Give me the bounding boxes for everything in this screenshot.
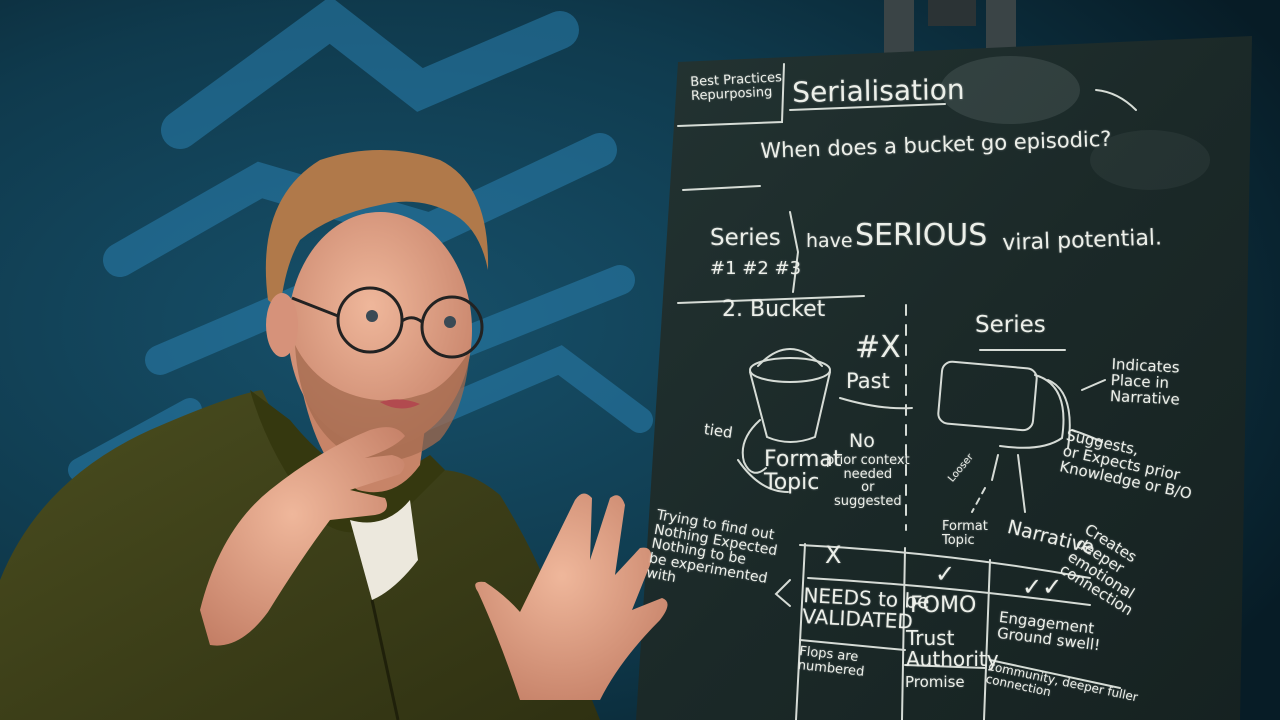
- board-series-word: Series: [710, 225, 781, 251]
- scene: [0, 0, 1280, 720]
- board-table-trust: Trust Authority: [906, 626, 999, 671]
- board-bucket-label: 2. Bucket: [722, 297, 826, 322]
- board-title: Serialisation: [791, 72, 965, 109]
- board-viral-words: viral potential.: [1001, 225, 1163, 256]
- board-table-x-mark: X: [825, 541, 842, 569]
- person-eye-right: [444, 316, 456, 328]
- board-table-double-check: ✓✓: [1022, 573, 1063, 601]
- person-eye-left: [366, 310, 378, 322]
- board-serious-word: SERIOUS: [855, 218, 988, 253]
- board-no-note: No: [849, 430, 875, 452]
- board-format-topic: Format Topic: [764, 447, 842, 496]
- board-series-label: Series: [975, 312, 1046, 338]
- board-header-section: Best Practices Repurposing: [689, 70, 783, 104]
- board-format-topic-2: Format Topic: [942, 519, 988, 548]
- board-table-promise: Promise: [905, 673, 965, 691]
- board-table-fomo: FOMO: [910, 593, 977, 618]
- board-hash-label: #X: [855, 330, 901, 365]
- board-table-check: ✓: [935, 560, 956, 588]
- board-have-word: have: [806, 230, 853, 252]
- person-ear: [266, 293, 298, 357]
- board-indicates-note: Indicates Place in Narrative: [1109, 355, 1181, 409]
- board-series-numbers: #1 #2 #3: [710, 258, 802, 279]
- board-past-label: Past: [846, 369, 890, 393]
